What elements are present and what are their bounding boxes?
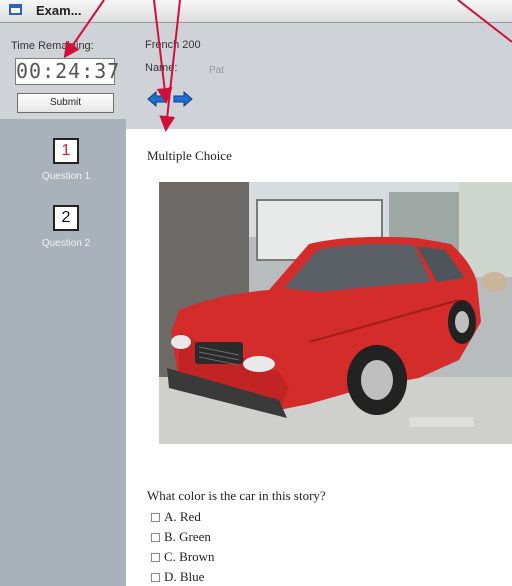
choice-c[interactable]: C. Brown [151, 549, 215, 565]
name-label: Name: [145, 62, 178, 74]
timer-panel: Time Remaining: 00:24:37 Submit [0, 23, 126, 119]
arrow-left-icon[interactable] [147, 91, 167, 107]
window-title: Exam... [36, 3, 82, 18]
question-text: What color is the car in this story? [147, 488, 326, 503]
exam-window: Exam... Time Remaining: 00:24:37 Submit … [0, 0, 512, 586]
choice-d-label: D. Blue [164, 569, 205, 584]
question-1-button[interactable]: 1 [53, 138, 79, 164]
question-1-label[interactable]: Question 1 [0, 171, 132, 182]
car-photo [159, 182, 512, 444]
section-title: Multiple Choice [147, 148, 232, 163]
question-2-label[interactable]: Question 2 [0, 238, 132, 249]
submit-button[interactable]: Submit [17, 93, 114, 113]
window-icon [9, 4, 22, 15]
choice-c-label: C. Brown [164, 549, 215, 564]
time-remaining-label: Time Remaining: [11, 40, 94, 52]
title-bar[interactable]: Exam... [0, 0, 512, 23]
sidebar: Time Remaining: 00:24:37 Submit 1 Questi… [0, 23, 126, 586]
countdown-timer: 00:24:37 [15, 58, 121, 85]
checkbox-b[interactable] [151, 532, 160, 542]
checkbox-a[interactable] [151, 512, 160, 522]
choice-a[interactable]: A. Red [151, 509, 201, 525]
checkbox-d[interactable] [151, 572, 160, 582]
student-name: Pat [209, 65, 225, 76]
question-content: Multiple Choice What color is the car in… [126, 129, 512, 586]
checkbox-c[interactable] [151, 552, 160, 562]
exam-header: French 200 Name: Pat [126, 23, 512, 129]
question-2-button[interactable]: 2 [53, 205, 79, 231]
choice-b-label: B. Green [164, 529, 211, 544]
arrow-right-icon[interactable] [173, 91, 193, 107]
choice-d[interactable]: D. Blue [151, 569, 204, 585]
course-name: French 200 [145, 39, 201, 51]
choice-a-label: A. Red [164, 509, 201, 524]
choice-b[interactable]: B. Green [151, 529, 211, 545]
